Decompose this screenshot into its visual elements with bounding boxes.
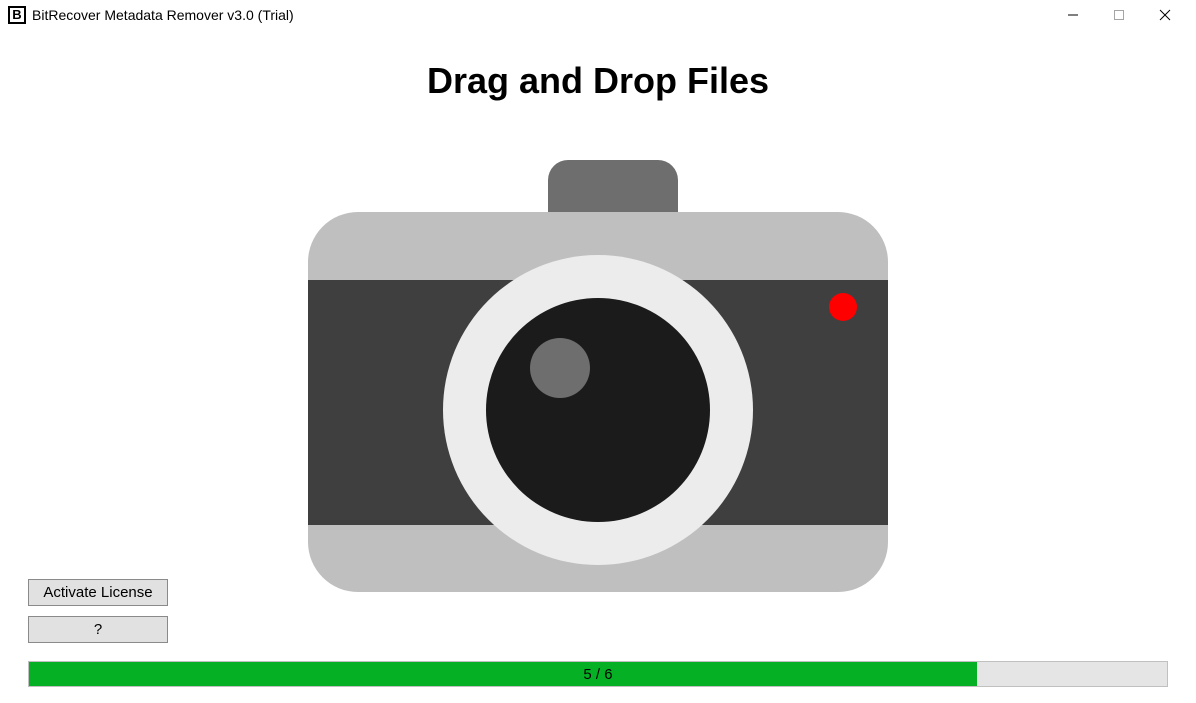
app-icon-letter: B <box>12 8 21 21</box>
window-title: BitRecover Metadata Remover v3.0 (Trial) <box>32 7 1050 23</box>
close-icon <box>1159 9 1171 21</box>
app-icon: B <box>8 6 26 24</box>
drop-zone[interactable] <box>298 150 898 600</box>
side-buttons: Activate License ? <box>28 579 168 643</box>
window-controls <box>1050 0 1188 30</box>
maximize-icon <box>1114 10 1124 20</box>
drop-heading: Drag and Drop Files <box>0 60 1196 102</box>
titlebar: B BitRecover Metadata Remover v3.0 (Tria… <box>0 0 1196 30</box>
activate-license-button[interactable]: Activate License <box>28 579 168 606</box>
minimize-button[interactable] <box>1050 0 1096 30</box>
camera-icon <box>298 150 898 600</box>
main-area: Drag and Drop Files Activate License ? 5… <box>0 60 1196 703</box>
help-button[interactable]: ? <box>28 616 168 643</box>
minimize-icon <box>1068 10 1078 20</box>
close-button[interactable] <box>1142 0 1188 30</box>
progress-label: 5 / 6 <box>29 662 1167 686</box>
maximize-button[interactable] <box>1096 0 1142 30</box>
progress-bar-container: 5 / 6 <box>28 661 1168 687</box>
